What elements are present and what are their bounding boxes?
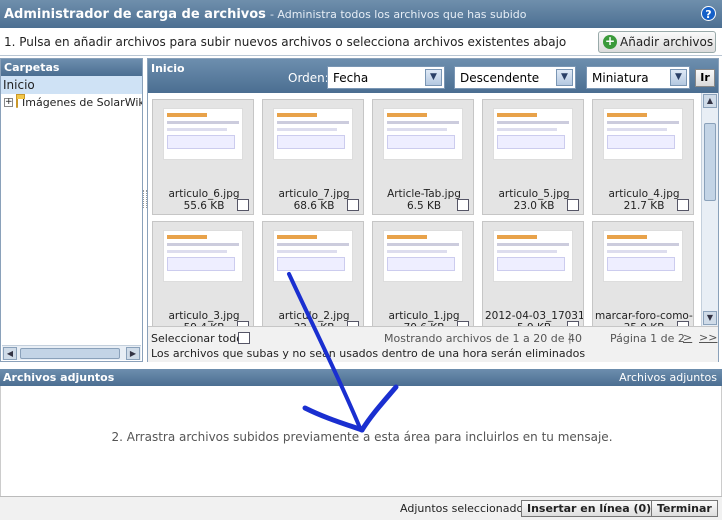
expand-icon[interactable]: +	[4, 98, 13, 107]
file-select-checkbox[interactable]	[567, 199, 579, 211]
file-tile[interactable]: marcar-foro-como-lei35.0 KB	[592, 221, 694, 326]
expiry-note: Los archivos que subas y no sean usados …	[151, 347, 586, 360]
folder-item-solarwinds[interactable]: + Imágenes de SolarWik	[1, 94, 142, 111]
view-mode-value: Miniatura	[592, 71, 649, 85]
next-page-link[interactable]: >	[683, 331, 692, 344]
select-all-label: Seleccionar todo	[151, 332, 243, 345]
scroll-left-icon[interactable]: ◀	[3, 347, 17, 360]
file-browser-panel: Inicio Orden: Fecha ▼ Descendente ▼ Mini…	[147, 58, 719, 362]
folders-title: Carpetas	[1, 59, 142, 76]
footer-separator: |	[568, 331, 572, 344]
showing-count: Mostrando archivos de 1 a 20 de 40	[384, 332, 582, 345]
sort-direction-value: Descendente	[460, 71, 540, 85]
file-select-checkbox[interactable]	[677, 199, 689, 211]
file-tile[interactable]: 2012-04-03_170316.jpg5.9 KB	[482, 221, 584, 326]
scrollbar-thumb[interactable]	[704, 123, 716, 201]
window-titlebar: Administrador de carga de archivos - Adm…	[0, 0, 722, 28]
file-thumbnail-image	[163, 230, 243, 282]
attachments-drop-area[interactable]: 2. Arrastra archivos subidos previamente…	[0, 386, 722, 496]
view-mode-select[interactable]: Miniatura ▼	[586, 66, 690, 89]
go-button[interactable]: Ir	[695, 69, 715, 87]
file-select-checkbox[interactable]	[347, 199, 359, 211]
page-info: Página 1 de 2	[610, 332, 685, 345]
file-thumbnail-image	[163, 108, 243, 160]
insert-inline-button[interactable]: Insertar en línea (0)	[521, 500, 658, 517]
file-browser-header: Inicio Orden: Fecha ▼ Descendente ▼ Mini…	[148, 59, 718, 93]
file-thumbnail-image	[603, 230, 683, 282]
attachments-title: Archivos adjuntos	[3, 371, 115, 384]
plus-icon: +	[603, 34, 617, 49]
instruction-text: 1. Pulsa en añadir archivos para subir n…	[4, 34, 567, 49]
file-thumbnail-image	[273, 108, 353, 160]
chevron-down-icon[interactable]: ▼	[425, 69, 442, 86]
files-vertical-scrollbar[interactable]: ▲ ▼	[701, 93, 718, 326]
folder-item-label: Imágenes de SolarWik	[22, 96, 142, 109]
add-files-button[interactable]: + Añadir archivos	[598, 31, 716, 53]
sort-direction-select[interactable]: Descendente ▼	[454, 66, 576, 89]
finish-button[interactable]: Terminar	[651, 500, 718, 517]
last-page-link[interactable]: >>	[699, 331, 717, 344]
add-files-label: Añadir archivos	[620, 35, 714, 49]
file-tile[interactable]: articulo_4.jpg 21.7 KB	[592, 99, 694, 215]
file-thumbnail-image	[273, 230, 353, 282]
scrollbar-thumb[interactable]	[20, 348, 120, 359]
file-thumbnail-grid: articulo_6.jpg 55.6 KB articulo_7.jpg 68.6 …	[148, 93, 700, 326]
chevron-down-icon[interactable]: ▼	[556, 69, 573, 86]
selected-attachments-label: Adjuntos seleccionados:	[400, 502, 533, 515]
folder-icon	[16, 94, 25, 108]
file-select-checkbox[interactable]	[457, 199, 469, 211]
sort-field-value: Fecha	[333, 71, 369, 85]
current-folder-title: Inicio	[151, 62, 185, 75]
chevron-down-icon[interactable]: ▼	[670, 69, 687, 86]
sort-field-select[interactable]: Fecha ▼	[327, 66, 445, 89]
file-thumbnail-image	[383, 108, 463, 160]
attachments-header: Archivos adjuntos Archivos adjuntos	[0, 369, 722, 386]
folders-horizontal-scrollbar[interactable]: ◀ ▶	[2, 345, 141, 360]
scroll-down-icon[interactable]: ▼	[703, 311, 717, 325]
bottom-bar: Adjuntos seleccionados: Insertar en líne…	[0, 496, 722, 520]
file-tile[interactable]: articulo_1.jpg70.6 KB	[372, 221, 474, 326]
file-thumbnail-image	[493, 230, 573, 282]
file-browser-footer: Seleccionar todo Mostrando archivos de 1…	[148, 326, 718, 362]
file-tile[interactable]: articulo_7.jpg 68.6 KB	[262, 99, 364, 215]
window-subtitle: - Administra todos los archivos que has …	[269, 7, 527, 21]
file-select-checkbox[interactable]	[237, 199, 249, 211]
file-thumbnail-image	[383, 230, 463, 282]
scroll-up-icon[interactable]: ▲	[703, 94, 717, 108]
select-all-checkbox[interactable]	[238, 332, 250, 344]
file-tile[interactable]: Article-Tab.jpg 6.5 KB	[372, 99, 474, 215]
drop-instruction: 2. Arrastra archivos subidos previamente…	[111, 430, 613, 444]
file-tile[interactable]: articulo_5.jpg 23.0 KB	[482, 99, 584, 215]
scroll-right-icon[interactable]: ▶	[126, 347, 140, 360]
folders-panel: Carpetas Inicio + Imágenes de SolarWik ◀…	[0, 58, 143, 362]
attachments-title-right: Archivos adjuntos	[619, 371, 717, 384]
help-icon[interactable]: ?	[701, 6, 716, 21]
folder-root-inicio[interactable]: Inicio	[1, 76, 142, 94]
instruction-bar: 1. Pulsa en añadir archivos para subir n…	[0, 28, 722, 56]
order-label: Orden:	[288, 71, 329, 85]
file-tile[interactable]: articulo_6.jpg 55.6 KB	[152, 99, 254, 215]
window-title: Administrador de carga de archivos	[4, 6, 266, 22]
file-tile[interactable]: articulo_3.jpg59.4 KB	[152, 221, 254, 326]
file-thumbnail-image	[493, 108, 573, 160]
file-tile[interactable]: articulo_2.jpg32.1 KB	[262, 221, 364, 326]
file-thumbnail-image	[603, 108, 683, 160]
